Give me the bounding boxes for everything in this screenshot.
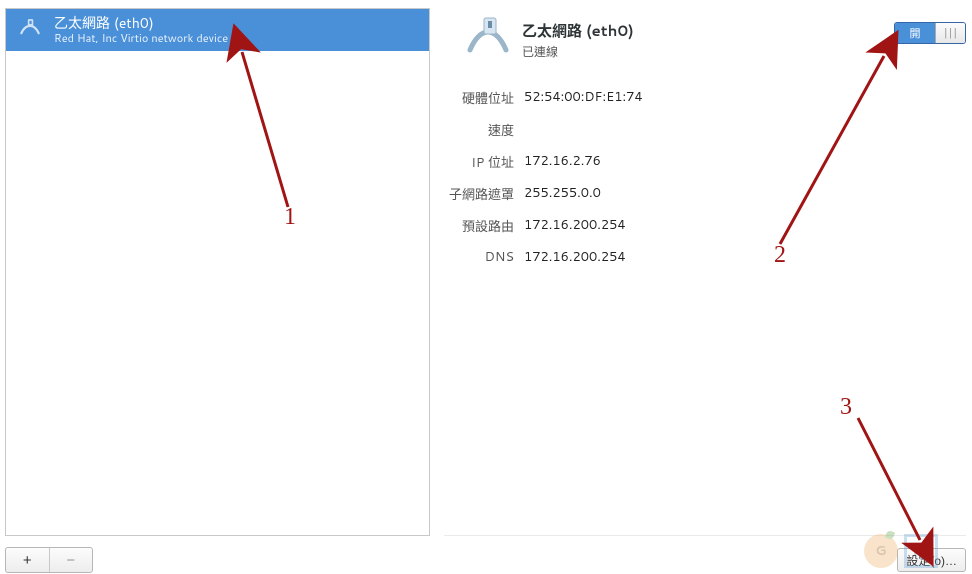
row-dns: DNS 172.16.200.254 [444,242,966,272]
sidebar-actions: + − [5,547,93,573]
annotation-number-1: 1 [284,204,296,231]
annotation-number-3: 3 [840,394,852,421]
value-dns: 172.16.200.254 [524,248,626,266]
value-hwaddr: 52:54:00:DF:E1:74 [524,88,643,108]
connection-toggle[interactable]: 開 ||| [894,22,966,44]
sidebar-item-subtitle: Red Hat, Inc Virtio network device [54,32,228,45]
row-netmask: 子網路遮罩 255.255.0.0 [444,178,966,210]
toggle-on-label: 開 [895,23,935,43]
details-status: 已連線 [522,43,634,60]
label-hwaddr: 硬體位址 [444,88,514,108]
watermark-orange-icon: G [864,534,898,568]
toggle-knob: ||| [935,23,965,43]
row-ip: IP 位址 172.16.2.76 [444,146,966,178]
sidebar-item-eth0[interactable]: 乙太網路 (eth0) Red Hat, Inc Virtio network … [6,9,429,51]
label-gateway: 預設路由 [444,216,514,236]
remove-connection-button[interactable]: − [49,548,93,572]
ethernet-icon [16,16,44,44]
details-header: 乙太網路 (eth0) 已連線 開 ||| [444,8,966,72]
value-gateway: 172.16.200.254 [524,216,626,236]
add-connection-button[interactable]: + [6,548,49,572]
sidebar-item-text: 乙太網路 (eth0) Red Hat, Inc Virtio network … [54,15,228,45]
network-device-list: 乙太網路 (eth0) Red Hat, Inc Virtio network … [5,8,430,536]
details-title: 乙太網路 (eth0) [522,20,634,41]
ethernet-large-icon [464,16,512,64]
watermark: G 甲 [864,534,938,568]
label-netmask: 子網路遮罩 [444,184,514,204]
row-speed: 速度 [444,114,966,146]
value-ip: 172.16.2.76 [524,152,601,172]
annotation-number-2: 2 [774,242,786,269]
info-table: 硬體位址 52:54:00:DF:E1:74 速度 IP 位址 172.16.2… [444,82,966,272]
row-gateway: 預設路由 172.16.200.254 [444,210,966,242]
label-speed: 速度 [444,120,514,140]
watermark-square-icon: 甲 [904,534,938,568]
row-hwaddr: 硬體位址 52:54:00:DF:E1:74 [444,82,966,114]
connection-details: 乙太網路 (eth0) 已連線 開 ||| 硬體位址 52:54:00:DF:E… [444,8,966,536]
value-netmask: 255.255.0.0 [524,184,601,204]
label-dns: DNS [444,248,514,266]
label-ip: IP 位址 [444,152,514,172]
